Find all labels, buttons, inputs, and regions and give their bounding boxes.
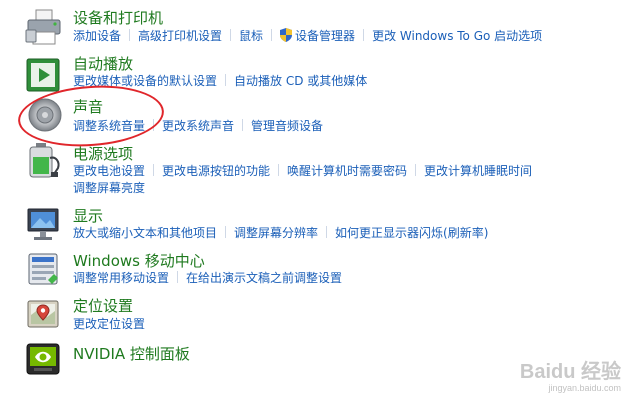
battery-icon[interactable] (24, 140, 64, 180)
require-password-on-wake-link[interactable]: 唤醒计算机时需要密码 (287, 164, 407, 178)
presentation-settings-link[interactable]: 在给出演示文稿之前调整设置 (186, 271, 342, 285)
manage-audio-devices-link[interactable]: 管理音频设备 (251, 119, 323, 133)
location-settings-title[interactable]: 定位设置 (73, 297, 133, 315)
change-battery-settings-link[interactable]: 更改电池设置 (73, 164, 145, 178)
refresh-rate-link[interactable]: 如何更正显示器闪烁(刷新率) (335, 226, 488, 240)
add-device-link[interactable]: 添加设备 (73, 29, 121, 43)
link-separator (129, 29, 131, 41)
mobility-center-icon[interactable] (24, 250, 64, 290)
monitor-icon[interactable] (24, 205, 64, 245)
link-separator (271, 29, 273, 41)
nvidia-control-panel-title[interactable]: NVIDIA 控制面板 (73, 345, 190, 363)
location-icon[interactable] (24, 295, 64, 335)
watermark-brand: Baidu 经验 (519, 361, 621, 383)
change-system-sounds-link[interactable]: 更改系统声音 (162, 119, 234, 133)
display-title[interactable]: 显示 (73, 207, 103, 225)
mouse-link[interactable]: 鼠标 (239, 29, 263, 43)
link-separator (363, 29, 365, 41)
adjust-screen-brightness-link[interactable]: 调整屏幕亮度 (73, 180, 145, 196)
watermark-url: jingyan.baidu.com (548, 383, 621, 393)
screen-resolution-link[interactable]: 调整屏幕分辨率 (234, 226, 318, 240)
device-manager-link[interactable]: 设备管理器 (280, 28, 356, 43)
display-links: 放大或缩小文本和其他项目 调整屏幕分辨率 如何更正显示器闪烁(刷新率) (73, 225, 488, 241)
power-button-function-link[interactable]: 更改电源按钮的功能 (162, 164, 270, 178)
devices-printers-links: 添加设备 高级打印机设置 鼠标 设备管理器 更改 Windows To Go 启动选项 (73, 28, 542, 44)
link-separator (225, 74, 227, 86)
change-sleep-time-link[interactable]: 更改计算机睡眠时间 (424, 164, 532, 178)
link-separator (225, 226, 227, 238)
baidu-jingyan-watermark: Baidu 经验 jingyan.baidu.com (520, 361, 621, 393)
mobility-center-title[interactable]: Windows 移动中心 (73, 252, 205, 270)
link-separator (326, 226, 328, 238)
link-separator (242, 119, 244, 131)
link-separator (278, 164, 280, 176)
autoplay-title[interactable]: 自动播放 (73, 55, 133, 73)
link-separator (415, 164, 417, 176)
link-separator (153, 164, 155, 176)
text-size-link[interactable]: 放大或缩小文本和其他项目 (73, 226, 217, 240)
uac-shield-icon (280, 28, 293, 42)
change-location-settings-link[interactable]: 更改定位设置 (73, 317, 145, 331)
nvidia-icon[interactable] (24, 339, 64, 379)
common-mobility-settings-link[interactable]: 调整常用移动设置 (73, 271, 169, 285)
link-separator (177, 271, 179, 283)
devices-printers-title[interactable]: 设备和打印机 (73, 9, 163, 27)
power-options-links: 更改电池设置 更改电源按钮的功能 唤醒计算机时需要密码 更改计算机睡眠时间 (73, 163, 532, 179)
autoplay-cd-link[interactable]: 自动播放 CD 或其他媒体 (234, 74, 367, 88)
device-manager-label: 设备管理器 (295, 29, 356, 43)
link-separator (230, 29, 232, 41)
advanced-printer-setup-link[interactable]: 高级打印机设置 (138, 29, 222, 43)
windows-to-go-link[interactable]: 更改 Windows To Go 启动选项 (372, 29, 542, 43)
location-settings-links: 更改定位设置 (73, 316, 145, 332)
mobility-center-links: 调整常用移动设置 在给出演示文稿之前调整设置 (73, 270, 342, 286)
power-options-title[interactable]: 电源选项 (73, 145, 133, 163)
printer-icon[interactable] (24, 8, 64, 48)
